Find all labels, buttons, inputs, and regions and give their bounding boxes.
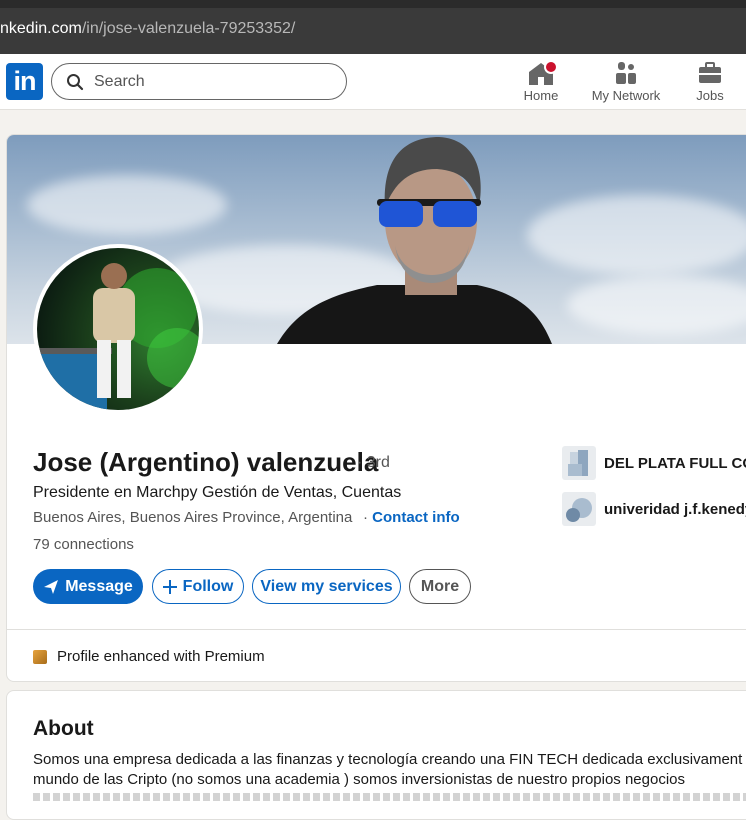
profile-headline: Presidente en Marchpy Gestión de Ventas,…: [33, 484, 402, 501]
search-input[interactable]: [94, 71, 334, 93]
follow-button[interactable]: Follow: [152, 569, 244, 604]
send-icon: [44, 579, 59, 594]
message-button[interactable]: Message: [33, 569, 143, 604]
nav-item-jobs[interactable]: Jobs: [690, 60, 730, 108]
nav-label-my-network: My Network: [591, 88, 661, 103]
nav-item-home[interactable]: Home: [518, 60, 564, 108]
nav-label-jobs: Jobs: [696, 88, 724, 103]
nav-label-home: Home: [523, 88, 559, 103]
browser-url-bar[interactable]: nkedin.com/in/jose-valenzuela-79253352/: [0, 0, 746, 54]
contact-info-label: Contact info: [372, 509, 460, 526]
about-text-line: mundo de las Cripto (no somos una academ…: [33, 771, 686, 788]
about-title: About: [33, 717, 94, 740]
profile-location: Buenos Aires, Buenos Aires Province, Arg…: [33, 509, 353, 526]
school-logo-icon: [562, 492, 596, 526]
follow-button-label: Follow: [182, 577, 234, 595]
contact-separator: ·: [363, 509, 368, 526]
people-icon: [616, 62, 636, 84]
contact-info-link[interactable]: · Contact info: [363, 509, 460, 526]
experience-company-name: DEL PLATA FULL CO: [604, 454, 746, 472]
more-button-label: More: [420, 577, 460, 595]
linkedin-logo[interactable]: in: [6, 63, 43, 100]
briefcase-icon: [699, 62, 721, 83]
notification-badge: [544, 60, 558, 74]
education-item[interactable]: univeridad j.f.kenedy: [562, 492, 746, 526]
about-section: About Somos una empresa dedicada a las f…: [6, 690, 746, 820]
more-button[interactable]: More: [409, 569, 471, 604]
connections-count[interactable]: 79 connections: [33, 536, 134, 553]
nav-item-my-network[interactable]: My Network: [588, 60, 664, 108]
url-domain: nkedin.com: [0, 20, 82, 37]
experience-item[interactable]: DEL PLATA FULL CO: [562, 446, 746, 480]
browser-tab-strip: [0, 0, 746, 8]
profile-name: Jose (Argentino) valenzuela: [33, 447, 379, 477]
browser-url-text[interactable]: nkedin.com/in/jose-valenzuela-79253352/: [0, 20, 295, 38]
profile-photo-image: [37, 248, 199, 410]
person-photo-graphic: [37, 263, 199, 410]
view-services-button[interactable]: View my services: [252, 569, 401, 604]
search-icon: [67, 74, 84, 91]
plus-icon: [162, 579, 177, 594]
url-path: /in/jose-valenzuela-79253352/: [81, 20, 296, 37]
top-navigation: in Home My Network Jobs: [0, 54, 746, 110]
view-services-label: View my services: [260, 577, 393, 595]
premium-icon: [33, 650, 47, 664]
message-button-label: Message: [65, 577, 133, 595]
connection-degree: · 3rd: [357, 454, 390, 471]
profile-photo[interactable]: [33, 244, 203, 414]
profile-card: Jose (Argentino) valenzuela · 3rd Presid…: [6, 134, 746, 682]
education-school-name: univeridad j.f.kenedy: [604, 500, 746, 518]
premium-label: Profile enhanced with Premium: [57, 648, 265, 665]
search-box[interactable]: [51, 63, 347, 100]
premium-banner[interactable]: Profile enhanced with Premium: [7, 629, 746, 681]
company-logo-icon: [562, 446, 596, 480]
about-text-line: Somos una empresa dedicada a las finanza…: [33, 751, 743, 768]
